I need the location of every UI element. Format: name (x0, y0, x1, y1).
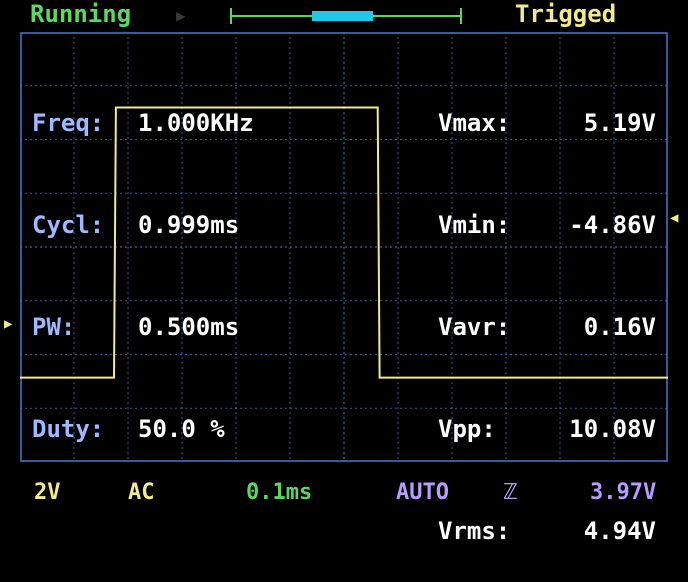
vrms-row: Vrms: 4.94V (438, 517, 656, 545)
vpp-row: Vpp: 10.08V (438, 415, 656, 443)
trigger-edge-icon[interactable]: ℤ (504, 480, 517, 505)
freq-row: Freq: 1.000KHz (32, 109, 254, 137)
volts-per-div[interactable]: 2V (34, 480, 61, 505)
vavr-row: Vavr: 0.16V (438, 313, 656, 341)
vmax-row: Vmax: 5.19V (438, 109, 656, 137)
cycle-row: Cycl: 0.999ms (32, 211, 240, 239)
play-arrow-icon: ▶ (176, 6, 186, 25)
trigger-level[interactable]: 3.97V (590, 480, 656, 505)
vmin-row: Vmin: -4.86V (438, 211, 656, 239)
run-status[interactable]: Running (30, 0, 131, 28)
trigger-level-marker-icon[interactable]: ◀ (670, 210, 678, 226)
measurements-left: Freq: 1.000KHz Cycl: 0.999ms PW: 0.500ms Du… (32, 38, 254, 480)
pulse-width-row: PW: 0.500ms (32, 313, 240, 341)
trigger-status: Trigged (515, 0, 617, 28)
top-status-bar: Running ▶ Trigged (0, 0, 688, 30)
channel-ground-marker-icon[interactable]: ▶ (4, 316, 12, 332)
coupling-mode[interactable]: AC (128, 480, 155, 505)
time-per-div[interactable]: 0.1ms (246, 480, 312, 505)
trigger-mode[interactable]: AUTO (396, 480, 449, 505)
memory-window-indicator[interactable] (311, 11, 374, 21)
memory-window-bar[interactable] (230, 8, 462, 24)
bottom-settings-bar: 2V AC 0.1ms AUTO ℤ 3.97V (0, 474, 688, 514)
duty-row: Duty: 50.0 % (32, 415, 225, 443)
